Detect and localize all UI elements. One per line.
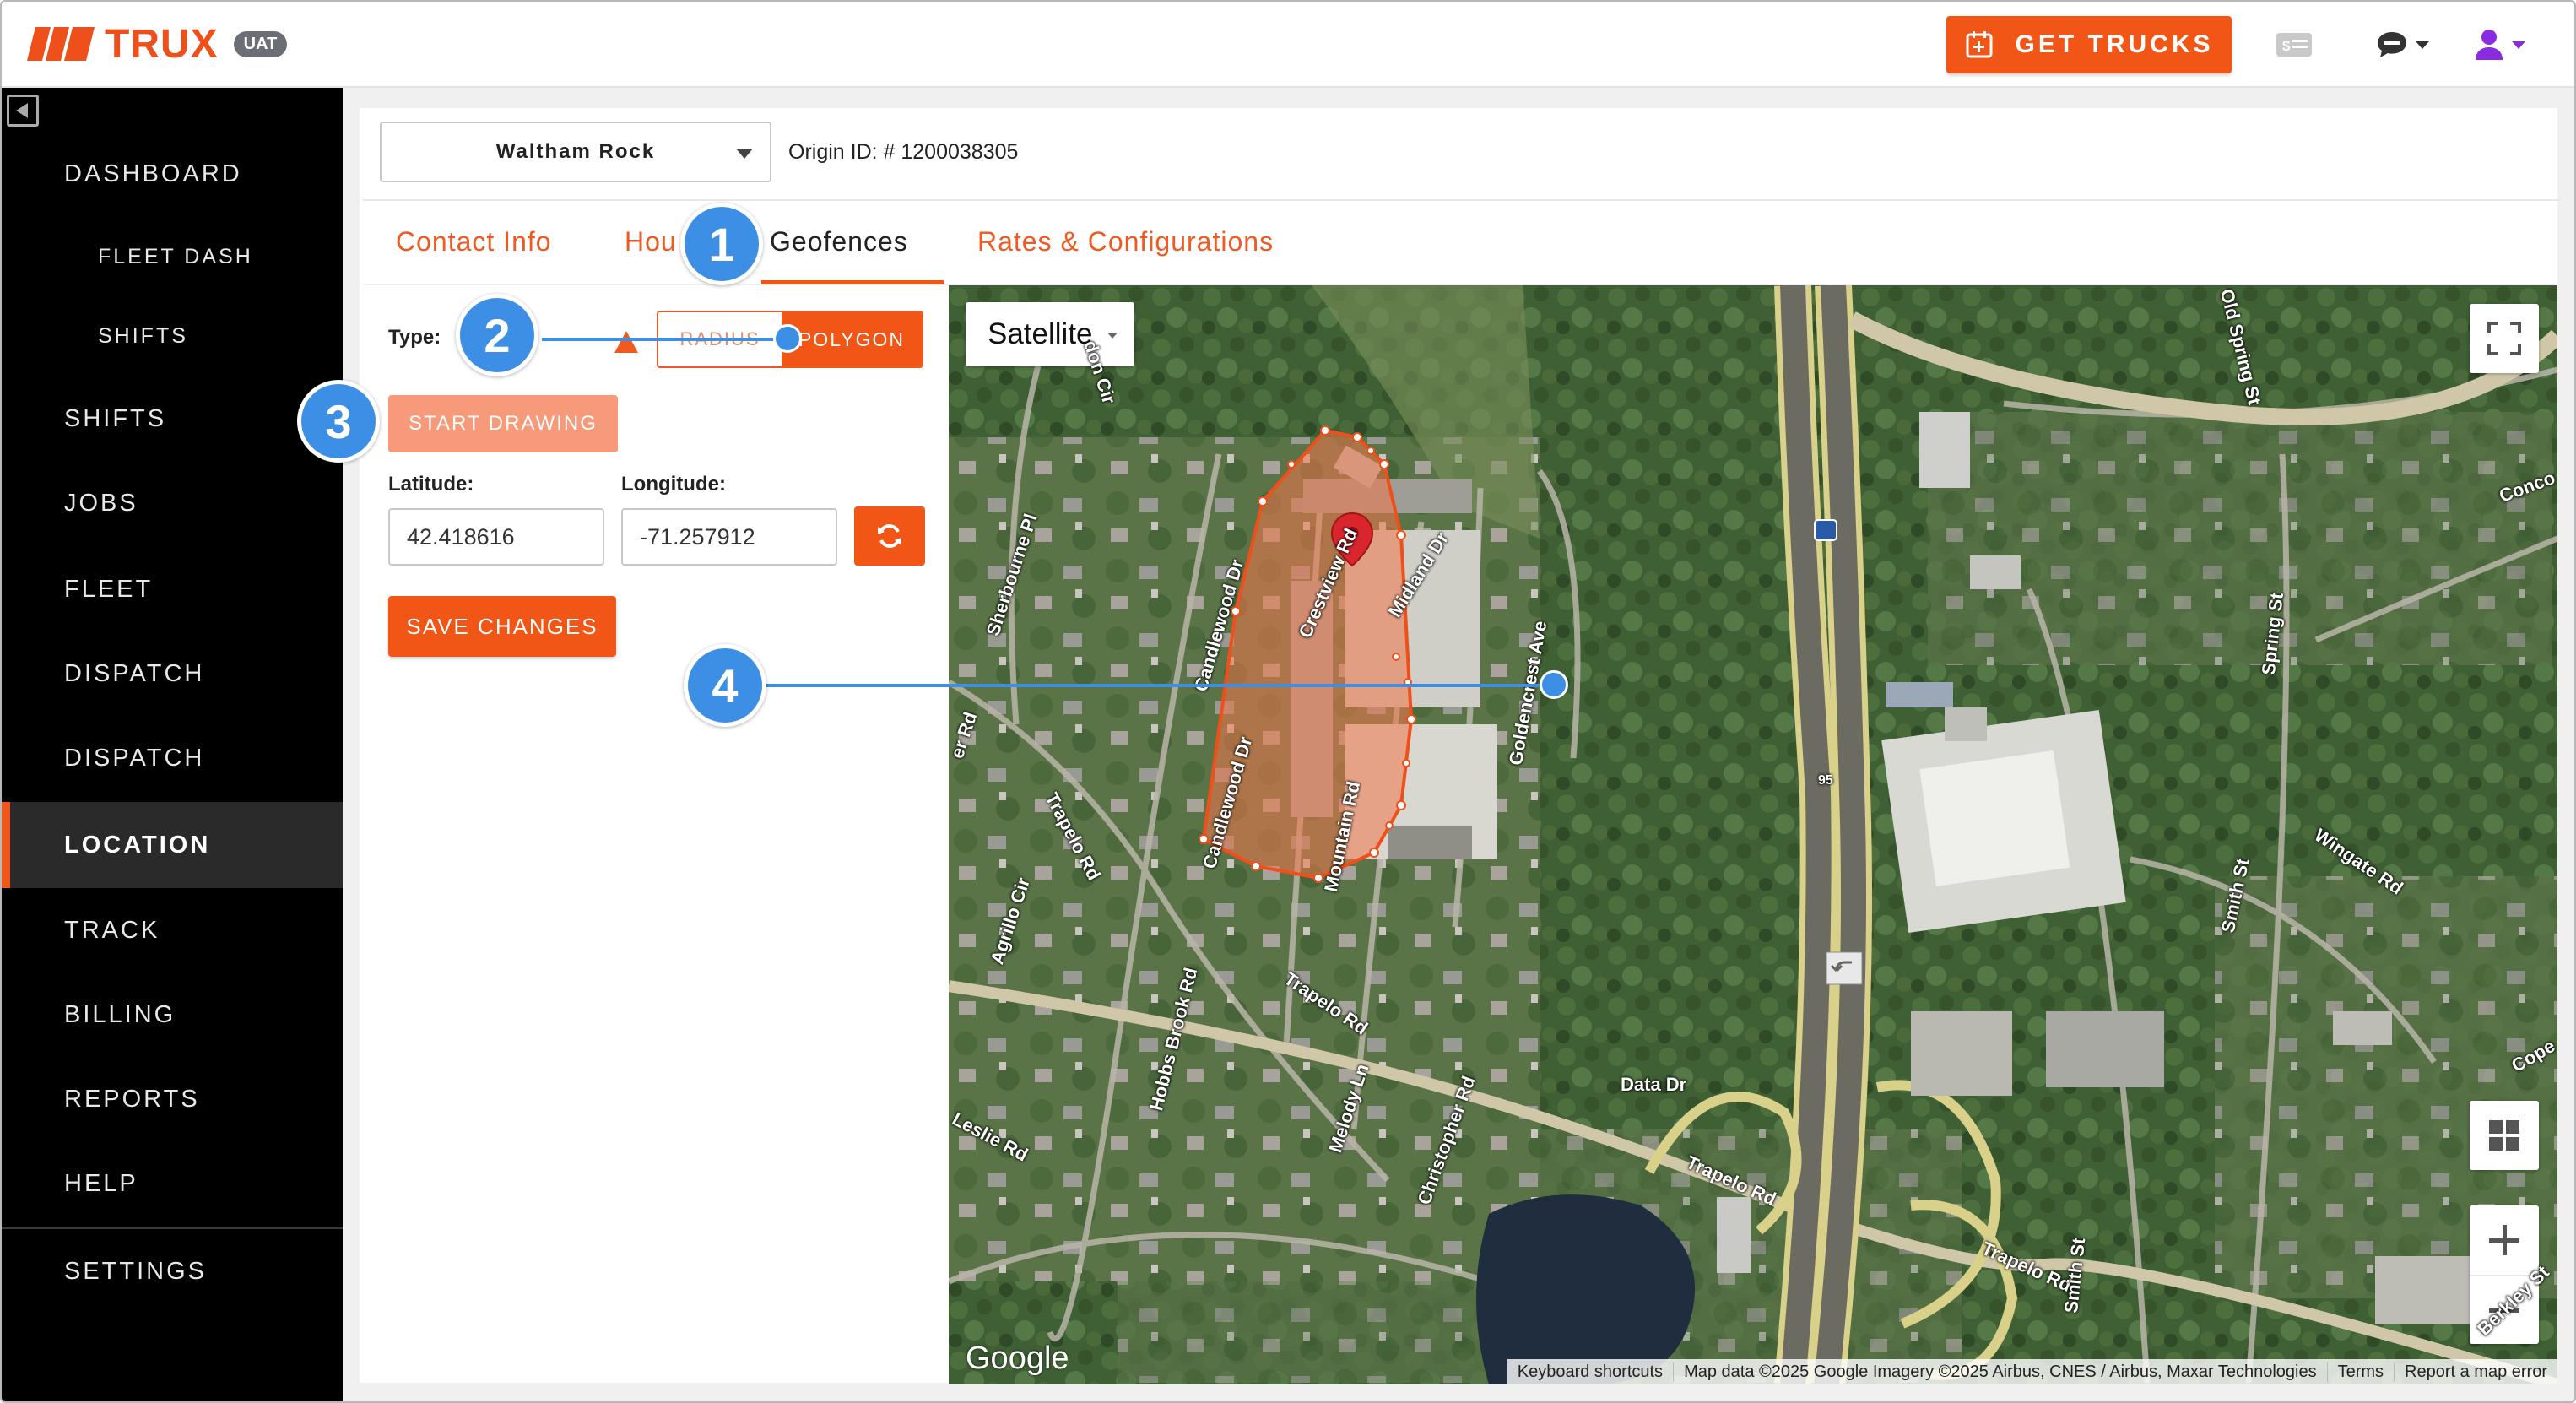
user-icon	[2476, 30, 2503, 60]
env-badge: UAT	[233, 30, 288, 57]
origin-id: Origin ID: # 1200038305	[788, 140, 1019, 164]
sidebar-item-billing[interactable]: BILLING	[2, 993, 343, 1037]
location-select[interactable]: Waltham Rock	[380, 122, 771, 182]
tab-rates-configurations[interactable]: Rates & Configurations	[977, 226, 1274, 257]
callout-4-dot	[1540, 670, 1568, 699]
sidebar-item-track[interactable]: TRACK	[2, 908, 343, 952]
chat-bubble-icon	[2378, 32, 2406, 57]
warning-triangle-icon	[614, 331, 638, 353]
callout-2-dot	[773, 324, 802, 353]
sidebar-item-dispatch-2[interactable]: DISPATCH	[2, 736, 343, 780]
sidebar-item-shifts-sub[interactable]: SHIFTS	[2, 314, 343, 358]
tab-geofences[interactable]: Geofences	[770, 226, 908, 257]
map-layers-button[interactable]	[2470, 1101, 2539, 1170]
callout-2: 2	[456, 294, 538, 376]
zoom-in-button[interactable]	[2470, 1205, 2539, 1275]
sidebar-item-shifts[interactable]: SHIFTS	[2, 397, 343, 441]
messages-menu[interactable]	[2375, 27, 2429, 62]
user-menu[interactable]	[2475, 27, 2525, 62]
brand-logo[interactable]: TRUX UAT	[27, 21, 288, 67]
chevron-down-icon	[2416, 41, 2429, 49]
sidebar-item-jobs[interactable]: JOBS	[2, 481, 343, 525]
header-divider	[363, 199, 2561, 201]
terms-link[interactable]: Terms	[2326, 1362, 2394, 1382]
tab-hours[interactable]: Hou	[625, 226, 677, 257]
longitude-label: Longitude:	[621, 473, 726, 496]
sidebar-item-location[interactable]: LOCATION	[2, 802, 343, 888]
app-window: TRUX UAT GET TRUCKS $ DASHBOARD FLEET DA…	[0, 0, 2576, 1403]
active-tab-indicator	[761, 280, 944, 284]
highway-shield-label: 95	[1818, 773, 1833, 788]
map-type-label: Satellite	[988, 317, 1093, 350]
top-bar: TRUX UAT GET TRUCKS $	[2, 2, 2574, 88]
callout-4: 4	[684, 644, 766, 727]
sidebar-item-help[interactable]: HELP	[2, 1162, 343, 1205]
trux-logo-icon	[27, 27, 95, 61]
chevron-down-icon	[2512, 41, 2525, 49]
callout-2-line	[542, 338, 787, 341]
sidebar-item-reports[interactable]: REPORTS	[2, 1077, 343, 1121]
calendar-plus-icon	[1966, 31, 1992, 58]
callout-1: 1	[680, 203, 763, 285]
report-map-error-link[interactable]: Report a map error	[2394, 1362, 2557, 1382]
map-data-credit: Map data ©2025 Google Imagery ©2025 Airb…	[1673, 1362, 2327, 1382]
google-logo: Google	[966, 1341, 1069, 1376]
caret-down-icon	[736, 149, 753, 159]
street-label: Data Dr	[1621, 1074, 1687, 1095]
type-label: Type:	[388, 326, 441, 349]
map-attribution: Keyboard shortcuts Map data ©2025 Google…	[1507, 1359, 2557, 1384]
grid-icon	[2489, 1120, 2519, 1151]
latitude-label: Latitude:	[388, 473, 474, 496]
start-drawing-button[interactable]: START DRAWING	[388, 395, 618, 452]
refresh-icon	[878, 524, 901, 548]
collapse-sidebar-icon[interactable]	[7, 95, 39, 127]
money-card-icon: $	[2276, 33, 2312, 57]
billing-button[interactable]: $	[2276, 27, 2313, 62]
sidebar-item-dispatch[interactable]: DISPATCH	[2, 652, 343, 696]
longitude-input[interactable]: -71.257912	[621, 508, 837, 566]
plus-icon	[2489, 1225, 2519, 1255]
keyboard-shortcuts-link[interactable]: Keyboard shortcuts	[1507, 1362, 1673, 1382]
tab-contact-info[interactable]: Contact Info	[396, 226, 552, 257]
get-trucks-button[interactable]: GET TRUCKS	[1946, 16, 2232, 73]
get-trucks-label: GET TRUCKS	[2015, 30, 2214, 58]
refresh-coordinates-button[interactable]	[854, 506, 925, 566]
save-changes-button[interactable]: SAVE CHANGES	[388, 596, 616, 657]
latitude-input[interactable]: 42.418616	[388, 508, 604, 566]
fullscreen-button[interactable]	[2470, 304, 2539, 373]
callout-3: 3	[297, 380, 380, 463]
sidebar-item-fleet[interactable]: FLEET	[2, 567, 343, 611]
brand-name: TRUX	[105, 21, 219, 67]
polygon-option[interactable]: POLYGON	[782, 312, 922, 366]
sidebar-item-fleet-dash[interactable]: FLEET DASH	[2, 235, 343, 279]
callout-4-line	[766, 684, 1555, 687]
fullscreen-icon	[2487, 322, 2521, 355]
caret-down-icon	[1107, 333, 1118, 339]
sidebar-divider	[2, 1227, 343, 1229]
map-type-control[interactable]: Satellite	[966, 302, 1134, 366]
sidebar-item-dashboard[interactable]: DASHBOARD	[2, 152, 343, 196]
location-select-value: Waltham Rock	[495, 140, 656, 163]
sidebar-item-settings[interactable]: SETTINGS	[2, 1249, 343, 1293]
satellite-map[interactable]: Satellite don Cir Sherbourne Pl Candlewo…	[949, 285, 2557, 1384]
svg-text:$: $	[2282, 38, 2291, 54]
